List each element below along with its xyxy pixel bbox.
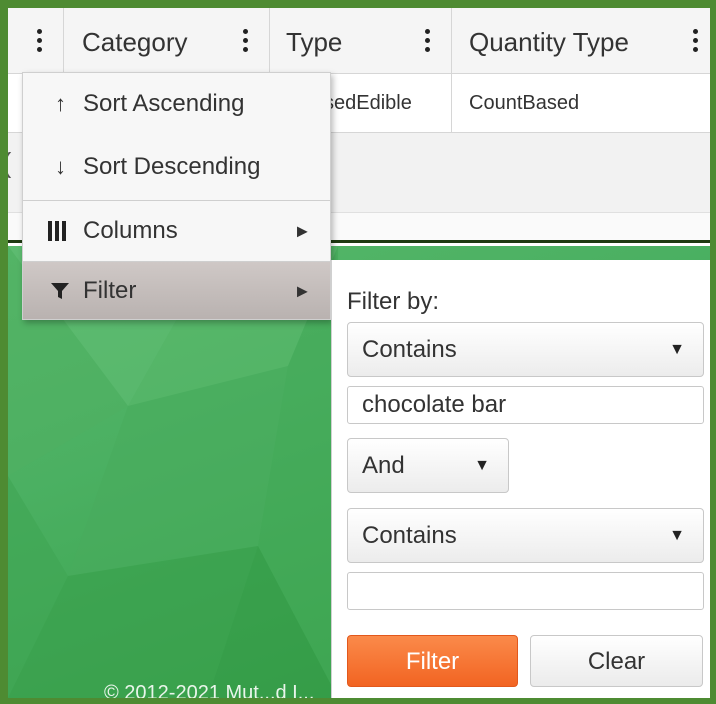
clear-button[interactable]: Clear: [530, 635, 703, 687]
menu-item-sort-descending[interactable]: ↓ Sort Descending: [23, 134, 330, 200]
table-cell-quantity-type: CountBased: [469, 92, 580, 114]
select-value: Contains: [362, 521, 457, 549]
app-frame: Category Type Quantity Type sedEdible Co…: [8, 8, 710, 698]
partial-text: (: [8, 147, 11, 179]
dropdown-arrow-icon: ▼: [669, 340, 685, 358]
select-value: Contains: [362, 335, 457, 363]
filter-value-1-input[interactable]: [347, 386, 704, 424]
filter-operator-1-select[interactable]: Contains ▼: [347, 322, 704, 377]
arrow-down-icon: ↓: [55, 154, 66, 179]
menu-item-label: Sort Ascending: [83, 89, 245, 117]
column-header-quantity-type[interactable]: Quantity Type: [469, 27, 629, 58]
menu-item-sort-ascending[interactable]: ↑ Sort Ascending: [23, 73, 330, 134]
filter-value-2-input[interactable]: [347, 572, 704, 610]
filter-button[interactable]: Filter: [347, 635, 518, 687]
header-cell-category[interactable]: Category: [64, 8, 270, 74]
column-menu-icon[interactable]: [34, 26, 44, 56]
column-header-category[interactable]: Category: [82, 27, 188, 58]
menu-item-label: Sort Descending: [83, 153, 261, 180]
select-value: And: [362, 451, 405, 479]
filter-by-label: Filter by:: [347, 288, 440, 315]
column-context-menu: ↑ Sort Ascending ↓ Sort Descending Colum…: [22, 72, 331, 320]
menu-item-label: Columns: [83, 217, 178, 244]
quantity-type-column-menu-icon[interactable]: [690, 26, 700, 56]
menu-item-columns[interactable]: Columns ▶: [23, 201, 330, 261]
arrow-up-icon: ↑: [55, 90, 66, 116]
submenu-caret-icon: ▶: [297, 282, 308, 298]
filter-operator-2-select[interactable]: Contains ▼: [347, 508, 704, 563]
header-cell-quantity-type[interactable]: Quantity Type: [452, 8, 710, 74]
footer-copyright: © 2012-2021 Mut...d I...: [104, 682, 315, 698]
filter-panel: Filter by: Contains ▼ And ▼ Contains ▼ F…: [331, 260, 710, 698]
filter-icon: [51, 282, 69, 299]
grid-header: Category Type Quantity Type: [8, 8, 710, 74]
category-column-menu-icon[interactable]: [240, 26, 250, 56]
column-header-type[interactable]: Type: [286, 27, 342, 58]
menu-item-label: Filter: [83, 276, 137, 304]
submenu-caret-icon: ▶: [297, 222, 308, 239]
header-cell-type[interactable]: Type: [270, 8, 452, 74]
header-cell-menu[interactable]: [8, 8, 64, 74]
menu-item-filter[interactable]: Filter ▶: [23, 262, 330, 319]
columns-icon: [48, 221, 66, 241]
filter-logic-select[interactable]: And ▼: [347, 438, 509, 493]
type-column-menu-icon[interactable]: [422, 26, 432, 56]
dropdown-arrow-icon: ▼: [669, 526, 685, 544]
dropdown-arrow-icon: ▼: [474, 456, 490, 474]
